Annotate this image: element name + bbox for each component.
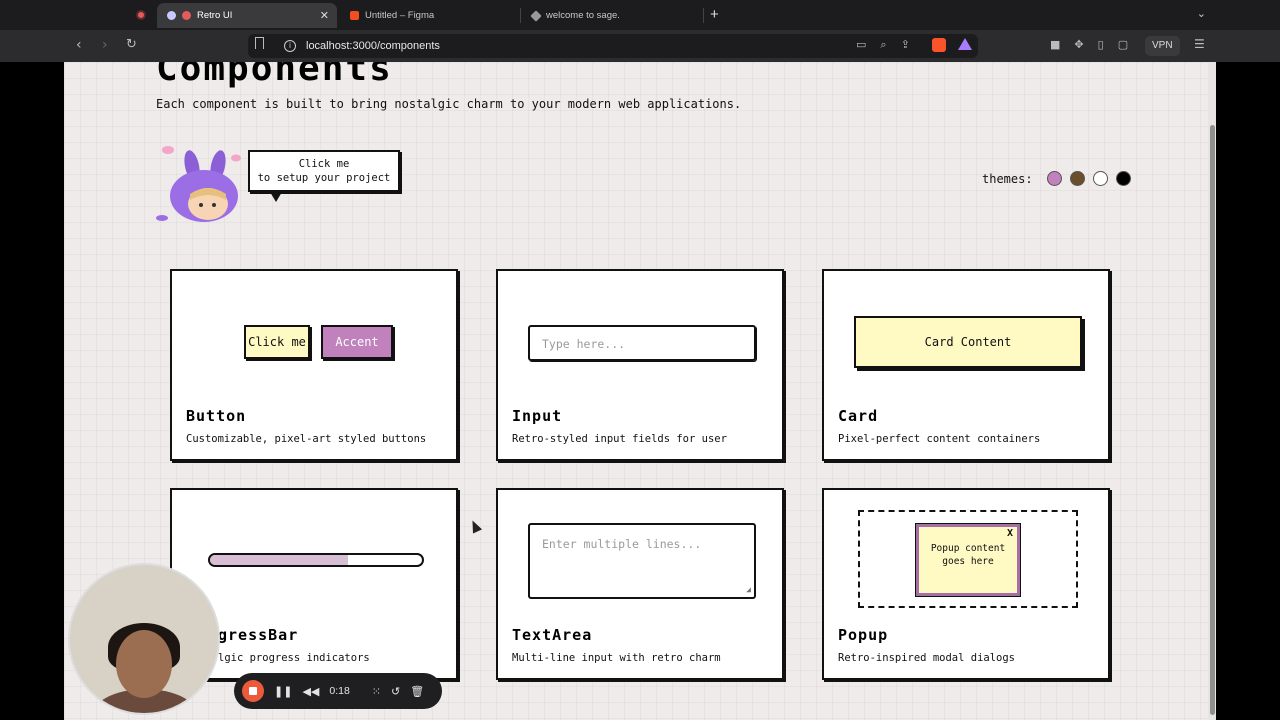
brave-shield-icon[interactable]: [932, 38, 946, 52]
card-description: Customizable, pixel-art styled buttons: [186, 433, 427, 445]
demo-accent-button[interactable]: Accent: [321, 325, 393, 359]
card-title: TextArea: [512, 626, 593, 644]
themes-label: themes:: [982, 171, 1033, 186]
demo-input-field[interactable]: Type here...: [528, 325, 756, 361]
webcam-bubble: [68, 563, 220, 715]
address-actions: ▭ ⌕ ⇪: [856, 38, 910, 52]
tab-bar: Retro UI ✕ Untitled – Figma welcome to s…: [0, 0, 1280, 30]
bubble-tail: [270, 192, 282, 202]
sage-icon: [530, 9, 542, 22]
tab-separator: [520, 8, 521, 23]
card-description: Multi-line input with retro charm: [512, 652, 721, 664]
page-viewport: Components Each component is built to br…: [64, 62, 1216, 720]
menu-icon[interactable]: ☰: [1194, 37, 1205, 51]
wallet-icon[interactable]: ▢: [1118, 38, 1128, 51]
tab-retro-ui[interactable]: Retro UI ✕: [157, 3, 337, 28]
theme-picker: themes:: [982, 171, 1131, 186]
component-card-popup[interactable]: X Popup content goes here Popup Retro-in…: [822, 488, 1110, 680]
card-title: Card: [838, 407, 879, 425]
recording-time: 0:18: [329, 685, 350, 697]
card-description: Pixel-perfect content containers: [838, 433, 1041, 445]
stop-recording-button[interactable]: [242, 680, 264, 702]
card-title: Input: [512, 407, 563, 425]
popup-overlay: X Popup content goes here: [858, 510, 1078, 608]
card-title: Button: [186, 407, 247, 425]
component-card-button[interactable]: Click me Accent Button Customizable, pix…: [170, 269, 458, 461]
puzzle-icon[interactable]: ✥: [1074, 38, 1083, 51]
close-tab-icon[interactable]: ✕: [320, 9, 329, 22]
component-card-input[interactable]: Type here... Input Retro-styled input fi…: [496, 269, 784, 461]
tab-separator: [703, 8, 704, 23]
demo-textarea[interactable]: Enter multiple lines... ◢: [528, 523, 756, 599]
extension-icons: ■ ✥ ▯ ▢: [1050, 38, 1128, 51]
demo-popup[interactable]: X Popup content goes here: [916, 524, 1020, 596]
component-card-card[interactable]: Card Content Card Pixel-perfect content …: [822, 269, 1110, 461]
back-icon[interactable]: ‹: [76, 37, 82, 53]
camera-icon[interactable]: ▭: [856, 38, 866, 52]
tab-label: Untitled – Figma: [365, 10, 435, 21]
progress-fill: [210, 555, 348, 565]
component-card-textarea[interactable]: Enter multiple lines... ◢ TextArea Multi…: [496, 488, 784, 680]
recording-controls: ❚❚ ◀◀ 0:18 ⁙ ↺ 🗑: [234, 673, 442, 709]
favicon-icon: [167, 11, 176, 20]
tab-label: Retro UI: [197, 10, 233, 21]
pause-icon[interactable]: ❚❚: [274, 685, 292, 698]
demo-progress-bar: [208, 553, 424, 567]
mouse-cursor-icon: [467, 518, 483, 534]
trash-icon[interactable]: 🗑: [410, 685, 424, 698]
card-description: lgic progress indicators: [218, 652, 370, 664]
recording-indicator-icon: [136, 10, 146, 20]
extension-icon[interactable]: ■: [1050, 38, 1060, 51]
demo-content-card: Card Content: [854, 316, 1082, 368]
popup-close-button[interactable]: X: [1007, 528, 1013, 541]
page-subtitle: Each component is built to bring nostalg…: [156, 97, 742, 111]
figma-icon: [350, 11, 359, 20]
recording-icon: [182, 11, 191, 20]
theme-swatch-black[interactable]: [1115, 171, 1131, 186]
rewind-icon[interactable]: ◀◀: [302, 685, 319, 698]
tab-figma[interactable]: Untitled – Figma: [340, 3, 518, 28]
tab-sage[interactable]: welcome to sage.: [522, 3, 702, 28]
scrollbar-thumb[interactable]: [1210, 125, 1215, 715]
url-text: localhost:3000/components: [306, 40, 440, 52]
reload-icon[interactable]: ↻: [126, 37, 137, 52]
site-info-icon[interactable]: i: [284, 40, 296, 52]
card-title: Popup: [838, 626, 889, 644]
card-description: Retro-inspired modal dialogs: [838, 652, 1016, 664]
setup-speech-bubble[interactable]: Click me to setup your project: [248, 150, 400, 192]
demo-primary-button[interactable]: Click me: [244, 325, 310, 359]
bookmark-icon[interactable]: [255, 37, 264, 49]
tab-label: welcome to sage.: [546, 10, 620, 21]
browser-toolbar: ‹ › ↻ i localhost:3000/components ▭ ⌕ ⇪ …: [0, 30, 1280, 62]
brave-rewards-icon[interactable]: [958, 38, 972, 50]
grid-icon[interactable]: ⁙: [372, 685, 381, 698]
bubble-line-1: Click me: [298, 158, 350, 170]
restart-icon[interactable]: ↺: [391, 685, 400, 698]
card-title: gressBar: [218, 626, 299, 644]
sidebar-icon[interactable]: ▯: [1098, 38, 1104, 51]
popup-text: Popup content goes here: [930, 543, 1006, 567]
zoom-icon[interactable]: ⌕: [880, 38, 886, 52]
theme-swatch-white[interactable]: [1092, 171, 1108, 186]
presenter-face: [116, 630, 172, 698]
textarea-placeholder: Enter multiple lines...: [542, 537, 702, 551]
resize-handle-icon[interactable]: ◢: [746, 585, 751, 594]
chevron-down-icon[interactable]: ⌄: [1197, 7, 1206, 20]
share-icon[interactable]: ⇪: [901, 38, 910, 52]
new-tab-button[interactable]: +: [710, 6, 719, 23]
theme-swatch-brown[interactable]: [1069, 171, 1085, 186]
page-title: Components: [156, 62, 393, 89]
forward-icon[interactable]: ›: [102, 37, 108, 53]
theme-swatch-purple[interactable]: [1046, 171, 1062, 186]
vpn-button[interactable]: VPN: [1145, 36, 1180, 56]
card-description: Retro-styled input fields for user: [512, 433, 727, 445]
bunny-mascot-icon[interactable]: [156, 144, 246, 224]
bubble-line-2: to setup your project: [257, 172, 391, 184]
